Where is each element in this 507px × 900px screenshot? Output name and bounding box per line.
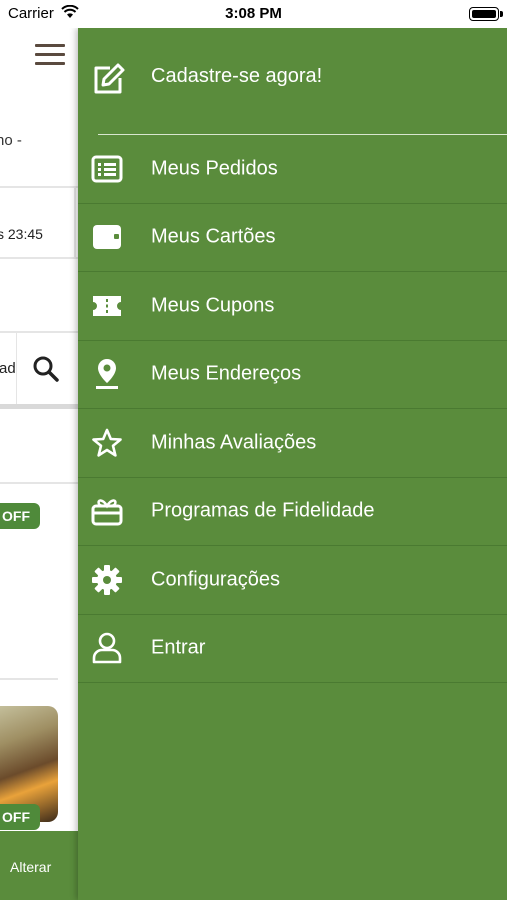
menu-item-orders[interactable]: Meus Pedidos — [78, 135, 507, 204]
menu-item-settings[interactable]: Configurações — [78, 546, 507, 615]
menu-item-addresses[interactable]: Meus Endereços — [78, 341, 507, 409]
gift-icon — [90, 494, 124, 528]
star-icon — [90, 426, 124, 460]
search-icon[interactable] — [32, 355, 60, 388]
side-drawer: Cadastre-se agora! Meus Pedidos Meus Car… — [78, 28, 507, 900]
address-text: ho - — [0, 132, 22, 149]
menu-item-label: Meus Cartões — [151, 225, 276, 248]
discount-badge: OFF — [0, 804, 40, 830]
menu-item-label: Configurações — [151, 568, 280, 591]
menu-item-reviews[interactable]: Minhas Avaliações — [78, 409, 507, 478]
menu-item-cards[interactable]: Meus Cartões — [78, 204, 507, 272]
menu-item-label: Meus Endereços — [151, 362, 302, 385]
menu-item-login[interactable]: Entrar — [78, 615, 507, 683]
background-page: ho - s 23:45 ad OFF OFF Alterar — [0, 28, 78, 900]
footer-bar: Alterar — [0, 831, 78, 900]
menu-item-loyalty[interactable]: Programas de Fidelidade — [78, 478, 507, 546]
opening-hours-text: s 23:45 — [0, 226, 43, 242]
wallet-icon — [90, 220, 124, 254]
menu-item-label: Meus Cupons — [151, 294, 275, 317]
divider — [0, 482, 78, 484]
discount-badge: OFF — [0, 503, 40, 529]
list-icon — [90, 152, 124, 186]
clock: 3:08 PM — [225, 5, 282, 22]
divider — [0, 678, 58, 680]
signup-label: Cadastre-se agora! — [151, 65, 323, 87]
status-bar: Carrier 3:08 PM — [0, 0, 507, 28]
divider — [16, 333, 17, 405]
divider — [0, 331, 78, 333]
change-button[interactable]: Alterar — [10, 859, 51, 875]
user-icon — [90, 631, 124, 665]
gear-icon — [90, 563, 124, 597]
battery-icon — [469, 7, 503, 21]
location-pin-icon — [90, 357, 124, 391]
hamburger-menu-icon[interactable] — [35, 44, 65, 66]
divider — [0, 186, 78, 188]
search-input[interactable]: ad — [0, 360, 16, 377]
menu-item-coupons[interactable]: Meus Cupons — [78, 272, 507, 341]
drawer-menu: Meus Pedidos Meus Cartões Meus Cupons Me… — [78, 135, 507, 683]
edit-icon — [90, 62, 126, 103]
divider — [74, 186, 76, 259]
signup-item[interactable]: Cadastre-se agora! — [78, 28, 507, 136]
menu-item-label: Minhas Avaliações — [151, 431, 317, 454]
menu-item-label: Entrar — [151, 636, 206, 659]
divider — [0, 404, 78, 409]
menu-item-label: Programas de Fidelidade — [151, 499, 375, 522]
ticket-icon — [90, 289, 124, 323]
divider — [0, 257, 78, 259]
menu-item-label: Meus Pedidos — [151, 157, 278, 180]
